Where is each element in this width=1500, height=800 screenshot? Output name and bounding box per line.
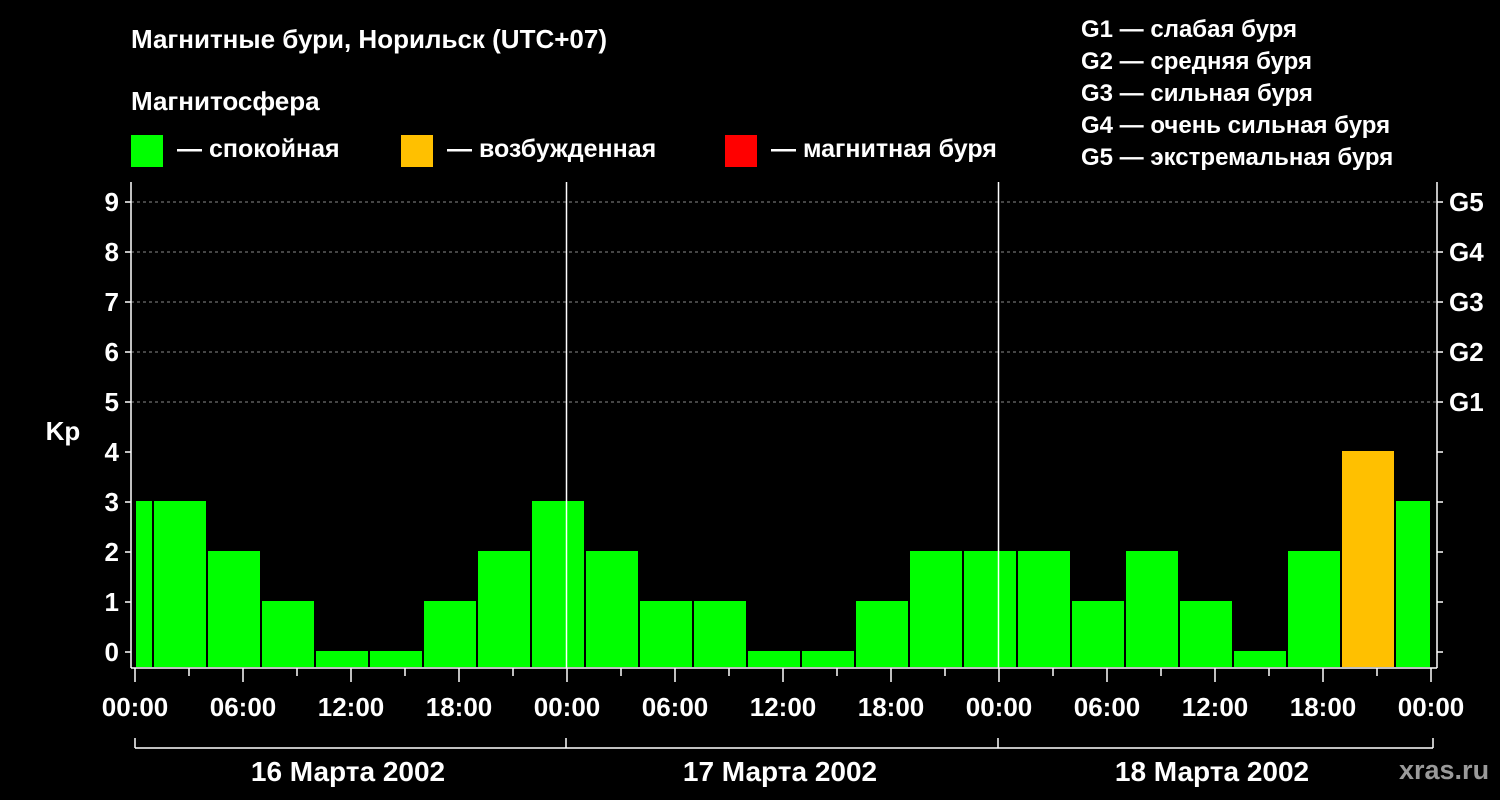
watermark: xras.ru <box>1399 755 1490 785</box>
g-level-label: G3 <box>1449 287 1484 317</box>
x-tick-label: 18:00 <box>858 692 925 722</box>
y-tick-label: 7 <box>105 287 119 317</box>
bar-kp-22 <box>1288 551 1340 667</box>
y-tick-label: 0 <box>105 637 119 667</box>
g-level-label: G1 <box>1449 387 1484 417</box>
x-tick-label: 12:00 <box>750 692 817 722</box>
bar-kp-6 <box>424 601 476 667</box>
x-tick-label: 06:00 <box>642 692 709 722</box>
x-tick-label: 18:00 <box>426 692 493 722</box>
bar-kp-11 <box>694 601 746 667</box>
bar-kp-18 <box>1072 601 1124 667</box>
bar-kp-7 <box>478 551 530 667</box>
x-tick-label: 00:00 <box>534 692 601 722</box>
y-tick-label: 9 <box>105 187 119 217</box>
bar-kp-20 <box>1180 601 1232 667</box>
g-level-label: G5 <box>1449 187 1484 217</box>
day-label: 17 Марта 2002 <box>683 756 877 787</box>
kp-bar-chart: 0 1 2 3 4 5 6 7 8 9 G1 G2 G3 G4 G5 Kp 00:00 06:00 12:00 18:… <box>46 182 1484 787</box>
bar-kp-10 <box>640 601 692 667</box>
x-tick-label: 06:00 <box>1074 692 1141 722</box>
bar-kp-23 <box>1342 451 1394 667</box>
y-axis-title: Kp <box>46 416 81 446</box>
y-tick-label: 1 <box>105 587 119 617</box>
bar-kp-14 <box>856 601 908 667</box>
bar-kp-24 <box>1396 501 1430 667</box>
y-tick-label: 8 <box>105 237 119 267</box>
x-tick-label: 00:00 <box>102 692 169 722</box>
x-tick-label: 00:00 <box>966 692 1033 722</box>
y-tick-label: 3 <box>105 487 119 517</box>
y-tick-label: 2 <box>105 537 119 567</box>
x-tick-label: 18:00 <box>1290 692 1357 722</box>
y-tick-label: 6 <box>105 337 119 367</box>
bar-kp-19 <box>1126 551 1178 667</box>
bar-kp-4 <box>316 651 368 667</box>
bar-kp-17 <box>1018 551 1070 667</box>
bar-kp-1 <box>154 501 206 667</box>
bar-kp-13 <box>802 651 854 667</box>
day-label: 16 Марта 2002 <box>251 756 445 787</box>
y-tick-label: 5 <box>105 387 119 417</box>
bar-kp-9 <box>586 551 638 667</box>
g-level-label: G4 <box>1449 237 1484 267</box>
y-tick-label: 4 <box>105 437 120 467</box>
bar-kp-12 <box>748 651 800 667</box>
x-tick-label: 06:00 <box>210 692 277 722</box>
bar-kp-21 <box>1234 651 1286 667</box>
bar-kp-15 <box>910 551 962 667</box>
x-tick-label: 12:00 <box>1182 692 1249 722</box>
x-tick-label: 12:00 <box>318 692 385 722</box>
day-label: 18 Марта 2002 <box>1115 756 1309 787</box>
g-level-label: G2 <box>1449 337 1484 367</box>
bar-kp-3 <box>262 601 314 667</box>
bar-kp-16 <box>964 551 1016 667</box>
bar-kp-5 <box>370 651 422 667</box>
bar-kp-8 <box>532 501 584 667</box>
bar-kp-2 <box>208 551 260 667</box>
bar-kp-0 <box>136 501 152 667</box>
x-tick-label: 00:00 <box>1398 692 1465 722</box>
